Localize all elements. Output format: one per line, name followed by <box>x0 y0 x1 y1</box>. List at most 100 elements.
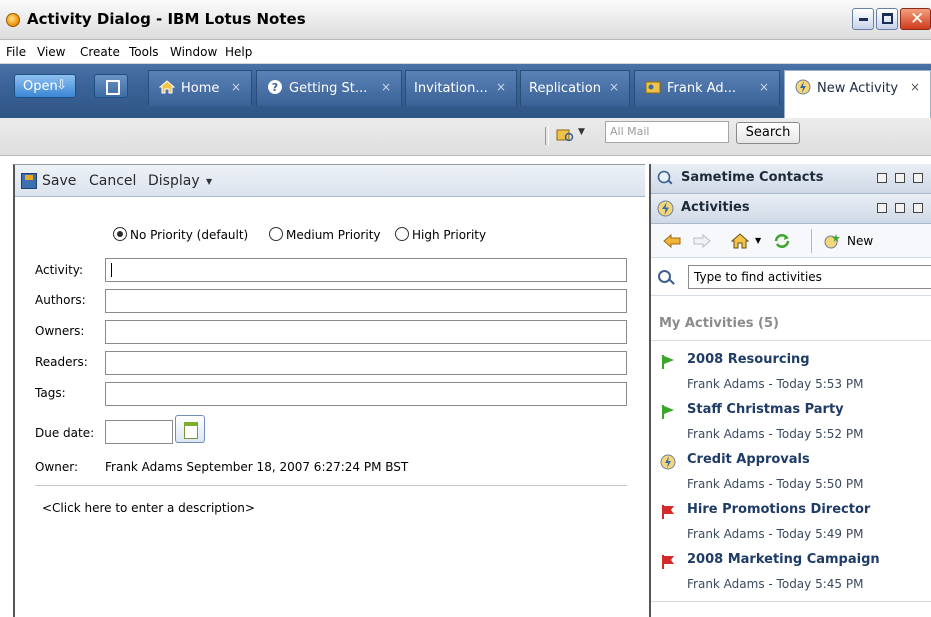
activity-meta: Frank Adams - Today 5:52 PM <box>687 427 864 441</box>
cancel-button[interactable]: Cancel <box>89 173 136 189</box>
panel-menu-icon[interactable] <box>877 203 887 213</box>
home-icon[interactable] <box>731 233 749 249</box>
search-scope-icon[interactable] <box>556 127 574 143</box>
tab-replication[interactable]: Replication × <box>520 70 630 106</box>
new-activity-button[interactable]: New <box>847 234 873 248</box>
search-button[interactable]: Search <box>736 122 800 144</box>
menu-tools[interactable]: Tools <box>129 45 159 59</box>
tab-bar: Open ⇩ Home × ? Getting St... × Invitati… <box>0 64 931 118</box>
tab-getting-started[interactable]: ? Getting St... × <box>256 70 402 106</box>
tab-label: Replication <box>529 81 601 96</box>
refresh-icon[interactable] <box>773 233 791 249</box>
panel-menu-icon[interactable] <box>877 173 887 183</box>
my-activities-heading[interactable]: My Activities (5) <box>659 316 779 331</box>
activity-item[interactable]: Staff Christmas Party Frank Adams - Toda… <box>651 400 931 450</box>
due-date-field[interactable] <box>105 420 173 444</box>
panel-restore-icon[interactable] <box>895 173 905 183</box>
activities-header[interactable]: Activities <box>651 194 931 224</box>
search-scope-dropdown-icon[interactable]: ▼ <box>578 127 585 137</box>
save-button[interactable]: Save <box>42 173 76 189</box>
red-flag-icon <box>662 555 674 569</box>
owner-label: Owner: <box>35 460 79 474</box>
open-button[interactable]: Open ⇩ <box>14 74 76 98</box>
display-button[interactable]: Display <box>148 173 200 189</box>
search-input[interactable]: All Mail <box>605 121 729 143</box>
window-title: Activity Dialog - IBM Lotus Notes <box>27 10 306 28</box>
sametime-header[interactable]: Sametime Contacts <box>651 164 931 194</box>
sidebar-panel: Sametime Contacts Activities ▼ New Type … <box>649 164 931 617</box>
authors-label: Authors: <box>35 293 86 307</box>
activity-form-panel: Save Cancel Display ▼ No Priority (defau… <box>13 164 645 617</box>
maximize-button[interactable] <box>876 8 898 30</box>
menu-file[interactable]: File <box>6 45 26 59</box>
tab-label: Getting St... <box>289 81 368 96</box>
lotus-notes-app-icon <box>6 13 20 27</box>
find-activities-input[interactable]: Type to find activities <box>688 265 931 289</box>
radio-no-priority[interactable] <box>113 227 127 241</box>
activity-title: 2008 Marketing Campaign <box>687 552 880 567</box>
green-flag-icon <box>662 355 674 369</box>
home-dropdown-icon[interactable]: ▼ <box>755 236 761 245</box>
activity-search: Type to find activities <box>651 258 931 296</box>
activity-title: 2008 Resourcing <box>687 352 810 367</box>
tags-field[interactable] <box>105 382 627 406</box>
sametime-icon <box>657 170 673 185</box>
priority-label-none: No Priority (default) <box>130 228 249 242</box>
activity-item[interactable]: 2008 Resourcing Frank Adams - Today 5:53… <box>651 350 931 400</box>
help-icon: ? <box>268 80 282 94</box>
readers-label: Readers: <box>35 355 88 369</box>
tab-label: Home <box>181 81 220 96</box>
activity-item[interactable]: Hire Promotions Director Frank Adams - T… <box>651 500 931 550</box>
readers-field[interactable] <box>105 351 627 375</box>
tab-close-icon[interactable]: × <box>759 80 769 94</box>
toolbar-grip[interactable] <box>545 127 549 145</box>
search-icon <box>658 270 671 283</box>
open-arrow-icon: ⇩ <box>56 78 67 93</box>
radio-high-priority[interactable] <box>395 227 409 241</box>
tab-close-icon[interactable]: × <box>381 80 391 94</box>
owners-field[interactable] <box>105 320 627 344</box>
activity-item[interactable]: 2008 Marketing Campaign Frank Adams - To… <box>651 550 931 600</box>
activity-meta: Frank Adams - Today 5:53 PM <box>687 377 864 391</box>
panel-collapse-icon[interactable] <box>913 203 923 213</box>
menu-create[interactable]: Create <box>80 45 120 59</box>
tab-close-icon[interactable]: × <box>231 80 241 94</box>
activity-item[interactable]: Credit Approvals Frank Adams - Today 5:5… <box>651 450 931 500</box>
panel-collapse-icon[interactable] <box>913 173 923 183</box>
tab-invitation[interactable]: Invitation... × <box>405 70 517 106</box>
tab-label: Frank Ad... <box>667 81 737 96</box>
menu-window[interactable]: Window <box>170 45 217 59</box>
forward-arrow-icon[interactable] <box>693 233 711 249</box>
activity-meta: Frank Adams - Today 5:45 PM <box>687 577 864 591</box>
description-field[interactable]: <Click here to enter a description> <box>42 501 255 515</box>
tab-close-icon[interactable]: × <box>609 80 619 94</box>
section-divider <box>651 340 931 341</box>
close-window-button[interactable]: ✕ <box>900 8 931 30</box>
minimize-button[interactable] <box>852 8 874 30</box>
back-arrow-icon[interactable] <box>663 233 681 249</box>
menu-help[interactable]: Help <box>225 45 252 59</box>
tab-home[interactable]: Home × <box>148 70 252 106</box>
save-icon[interactable] <box>21 173 37 189</box>
menu-view[interactable]: View <box>37 45 65 59</box>
owner-value: Frank Adams September 18, 2007 6:27:24 P… <box>105 460 409 474</box>
action-bar: Save Cancel Display ▼ <box>15 165 645 197</box>
tab-close-icon[interactable]: × <box>910 80 920 94</box>
open-button-label: Open <box>23 79 58 94</box>
display-dropdown-icon[interactable]: ▼ <box>206 177 212 186</box>
calendar-picker-icon[interactable] <box>175 415 205 443</box>
radio-medium-priority[interactable] <box>269 227 283 241</box>
tab-close-icon[interactable]: × <box>496 80 506 94</box>
panel-restore-icon[interactable] <box>895 203 905 213</box>
tab-frank-adams[interactable]: Frank Ad... × <box>634 70 780 106</box>
activity-field[interactable] <box>105 258 627 282</box>
activity-meta: Frank Adams - Today 5:49 PM <box>687 527 864 541</box>
menu-bar: File View Create Tools Window Help <box>0 40 931 64</box>
svg-text:?: ? <box>272 81 278 94</box>
list-bottom-divider <box>651 601 931 602</box>
activity-icon <box>660 454 676 470</box>
new-activity-icon[interactable] <box>823 233 841 249</box>
window-list-button[interactable] <box>94 74 128 98</box>
authors-field[interactable] <box>105 289 627 313</box>
tab-new-activity[interactable]: New Activity × <box>784 70 931 118</box>
